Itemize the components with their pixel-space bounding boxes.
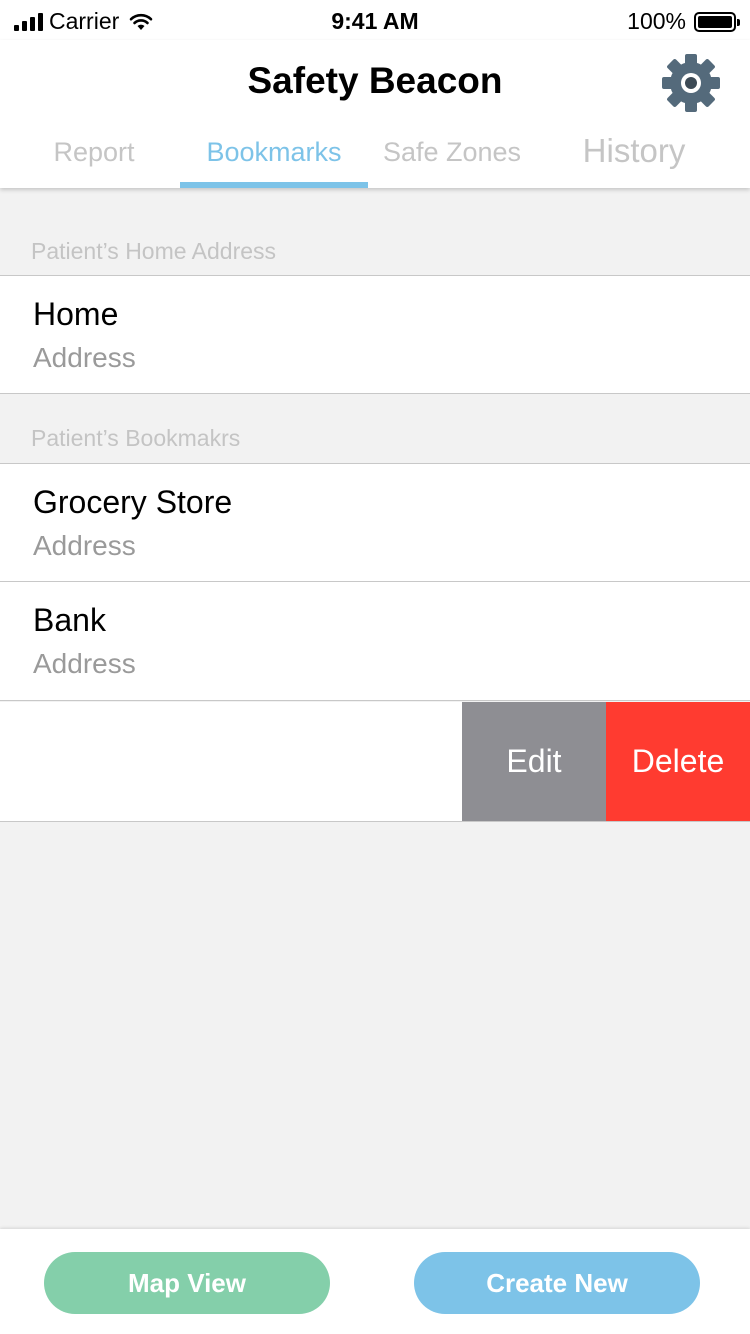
list-item-subtitle: Address	[33, 648, 136, 679]
app-screen: Carrier 9:41 AM 100% Safety Beacon Repor…	[0, 0, 750, 1334]
list-item-home[interactable]: Home Address	[0, 275, 750, 394]
section-label-bookmarks: Patient’s Bookmakrs	[31, 425, 241, 451]
battery-icon	[694, 11, 740, 32]
list-item-grocery-store[interactable]: Grocery Store Address	[0, 463, 750, 582]
tab-bar: Report Bookmarks Safe Zones History	[0, 126, 750, 188]
edit-button[interactable]: Edit	[462, 702, 606, 821]
app-title: Safety Beacon	[247, 60, 503, 101]
map-view-button[interactable]: Map View	[44, 1252, 330, 1314]
tab-report[interactable]: Report	[0, 126, 188, 188]
list-item-subtitle: Address	[33, 342, 136, 373]
gear-icon[interactable]	[660, 52, 722, 114]
section-label-home: Patient’s Home Address	[31, 238, 277, 264]
list-item-title: Home	[33, 296, 119, 332]
create-new-button[interactable]: Create New	[414, 1252, 700, 1314]
list-item-title: Bank	[33, 602, 106, 638]
tab-history[interactable]: History	[540, 126, 728, 188]
list-item-bank[interactable]: Bank Address	[0, 582, 750, 701]
delete-button[interactable]: Delete	[606, 702, 750, 821]
battery-percentage: 100%	[627, 8, 686, 34]
app-header: Safety Beacon Report Bookmarks Safe Zone…	[0, 40, 750, 188]
active-tab-indicator	[180, 182, 368, 188]
bottom-bar: Map View Create New	[0, 1229, 750, 1334]
tab-bookmarks[interactable]: Bookmarks	[180, 126, 368, 188]
status-bar: Carrier 9:41 AM 100%	[0, 0, 750, 40]
list-item-title: Grocery Store	[33, 484, 233, 520]
list-item-subtitle: Address	[33, 530, 136, 561]
tab-safe-zones[interactable]: Safe Zones	[362, 126, 542, 188]
swiped-list-item[interactable]: Edit Delete	[0, 702, 750, 822]
status-right: 100%	[627, 8, 740, 35]
